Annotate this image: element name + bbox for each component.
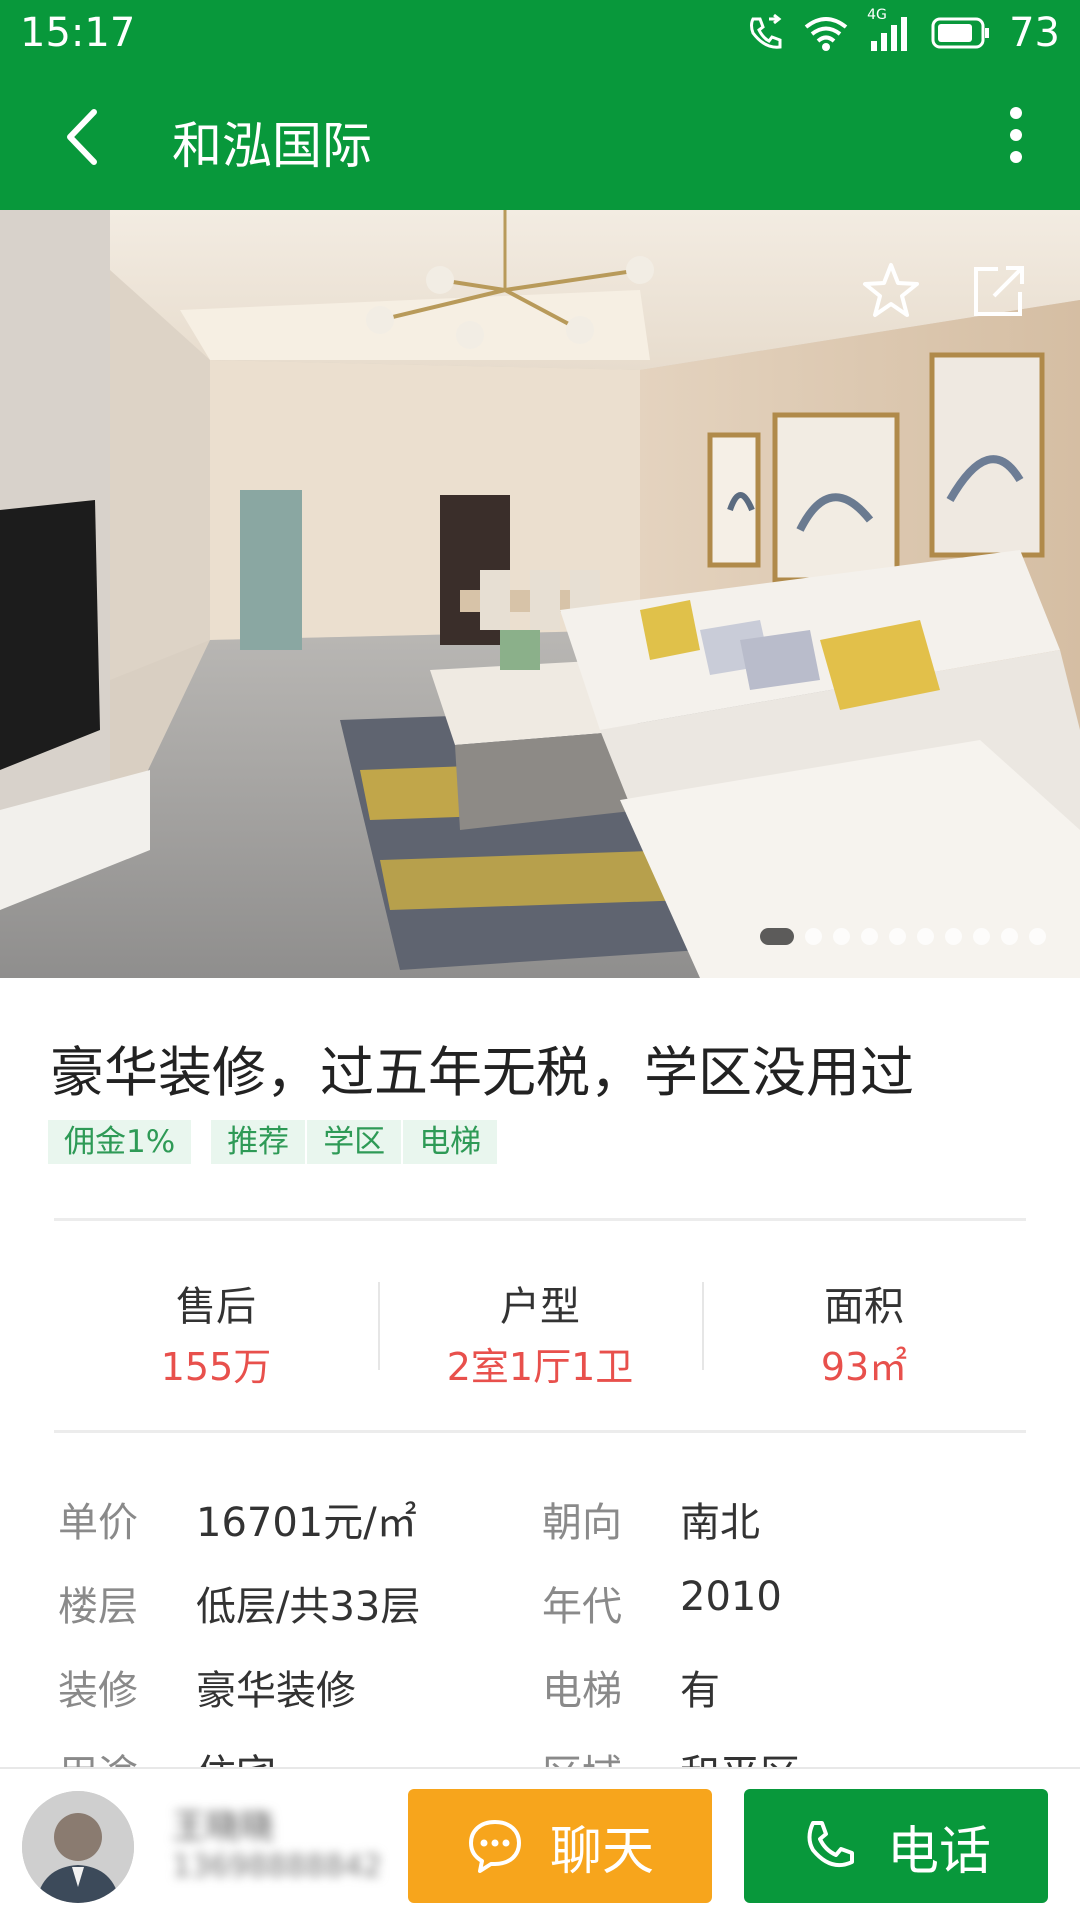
tag-elevator: 电梯 bbox=[403, 1120, 498, 1164]
agent-avatar[interactable] bbox=[22, 1791, 134, 1903]
stat-price: 售后 155万 bbox=[54, 1262, 378, 1389]
call-label: 电话 bbox=[886, 1821, 991, 1882]
detail-value: 豪华装修 bbox=[196, 1668, 356, 1714]
detail-label: 装修 bbox=[58, 1668, 138, 1714]
detail-value: 南北 bbox=[680, 1500, 760, 1546]
battery-icon bbox=[931, 17, 990, 49]
pagination-dot[interactable] bbox=[1001, 928, 1018, 945]
key-stats: 售后 155万 户型 2室1厅1卫 面积 93㎡ bbox=[54, 1262, 1026, 1389]
more-options-button[interactable] bbox=[986, 100, 1046, 170]
bottom-action-bar: 王晓晓 13698888842 聊天 电话 bbox=[0, 1767, 1080, 1920]
stat-label: 售后 bbox=[176, 1284, 256, 1330]
detail-label: 朝向 bbox=[542, 1500, 622, 1546]
favorite-button[interactable] bbox=[860, 260, 922, 322]
detail-label: 楼层 bbox=[58, 1584, 138, 1630]
divider bbox=[54, 1218, 1026, 1221]
stat-area: 面积 93㎡ bbox=[702, 1262, 1026, 1389]
stat-layout: 户型 2室1厅1卫 bbox=[378, 1262, 702, 1389]
pagination-dot[interactable] bbox=[1029, 928, 1046, 945]
back-button[interactable] bbox=[50, 102, 120, 172]
chat-label: 聊天 bbox=[549, 1821, 654, 1882]
divider bbox=[54, 1430, 1026, 1433]
top-bar: 15:17 4G 73 和泓国际 bbox=[0, 0, 1080, 210]
share-button[interactable] bbox=[968, 260, 1030, 322]
chevron-left-icon bbox=[67, 109, 97, 165]
pagination-dot[interactable] bbox=[861, 928, 878, 945]
listing-title: 豪华装修，过五年无税，学区没用过 bbox=[50, 1041, 914, 1104]
detail-value: 有 bbox=[680, 1668, 720, 1714]
stat-value: 2室1厅1卫 bbox=[446, 1345, 634, 1389]
detail-row: 装修 豪华装修 电梯 有 bbox=[58, 1658, 1038, 1742]
stat-label: 面积 bbox=[824, 1284, 904, 1330]
share-icon bbox=[974, 266, 1024, 316]
page-title: 和泓国际 bbox=[172, 117, 372, 175]
chat-button[interactable]: 聊天 bbox=[408, 1789, 712, 1903]
detail-row: 楼层 低层/共33层 年代 2010 bbox=[58, 1574, 1038, 1658]
phone-icon bbox=[807, 1821, 854, 1867]
pagination-dot-active[interactable] bbox=[760, 928, 794, 945]
living-room-photo bbox=[0, 210, 1080, 978]
signal-icon: 4G bbox=[867, 7, 913, 53]
call-button[interactable]: 电话 bbox=[744, 1789, 1048, 1903]
pagination-dot[interactable] bbox=[805, 928, 822, 945]
agent-phone: 13698888842 bbox=[172, 1849, 382, 1884]
pagination-dot[interactable] bbox=[889, 928, 906, 945]
detail-value: 16701元/㎡ bbox=[196, 1500, 417, 1546]
detail-value: 2010 bbox=[680, 1574, 782, 1620]
call-icon bbox=[750, 13, 782, 49]
detail-label: 电梯 bbox=[542, 1668, 622, 1714]
gallery-pagination bbox=[760, 928, 1046, 945]
chat-bubble-icon bbox=[468, 1820, 521, 1873]
stat-value: 155万 bbox=[160, 1345, 272, 1389]
pagination-dot[interactable] bbox=[973, 928, 990, 945]
battery-level: 73 bbox=[1009, 10, 1060, 56]
detail-label: 年代 bbox=[542, 1584, 622, 1630]
more-vertical-icon bbox=[1010, 107, 1022, 163]
pagination-dot[interactable] bbox=[833, 928, 850, 945]
wifi-icon bbox=[804, 17, 848, 51]
pagination-dot[interactable] bbox=[917, 928, 934, 945]
status-time: 15:17 bbox=[20, 10, 136, 56]
stat-label: 户型 bbox=[500, 1284, 580, 1330]
detail-label: 单价 bbox=[58, 1500, 138, 1546]
status-icons: 4G 73 bbox=[745, 7, 1060, 56]
tag-recommended: 推荐 bbox=[211, 1120, 306, 1164]
tag-list: 佣金1% 推荐 学区 电梯 bbox=[48, 1120, 499, 1164]
stat-value: 93㎡ bbox=[820, 1345, 908, 1389]
status-bar: 15:17 4G 73 bbox=[0, 0, 1080, 66]
tag-commission: 佣金1% bbox=[48, 1120, 192, 1164]
person-icon bbox=[22, 1791, 134, 1903]
agent-name: 王晓晓 bbox=[172, 1807, 274, 1847]
pagination-dot[interactable] bbox=[945, 928, 962, 945]
detail-row: 单价 16701元/㎡ 朝向 南北 bbox=[58, 1490, 1038, 1574]
detail-value: 低层/共33层 bbox=[196, 1584, 421, 1630]
tag-school-district: 学区 bbox=[307, 1120, 402, 1164]
photo-gallery[interactable] bbox=[0, 210, 1080, 978]
app-bar: 和泓国际 bbox=[0, 66, 1080, 210]
star-icon bbox=[863, 263, 919, 317]
